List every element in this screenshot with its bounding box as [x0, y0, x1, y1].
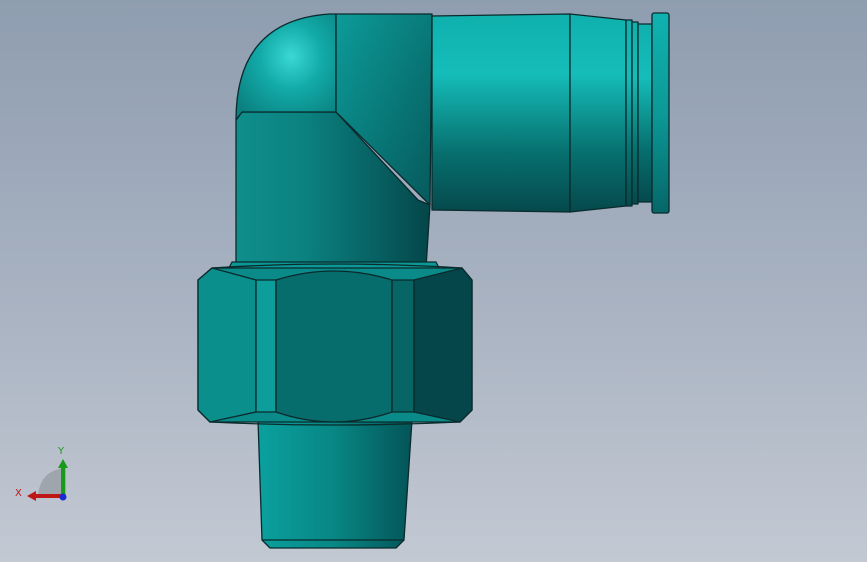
groove-ring-3 — [637, 23, 653, 203]
coordinate-triad: X Y — [15, 446, 68, 501]
triad-y-label: Y — [57, 446, 65, 457]
threaded-stem — [257, 419, 413, 549]
hex-chamfer-left — [255, 279, 277, 413]
collet-taper — [569, 13, 627, 213]
horizontal-body — [431, 13, 571, 213]
triad-z-axis — [59, 493, 67, 501]
release-ring-cap — [651, 12, 670, 214]
triad-x-label: X — [15, 488, 22, 499]
hex-face-left — [197, 267, 257, 423]
hex-face-right — [413, 267, 473, 423]
groove-ring-2 — [631, 21, 639, 205]
hex-chamfer-right — [391, 279, 415, 413]
hex-face-center — [275, 270, 393, 423]
groove-ring-1 — [625, 19, 633, 207]
graphics-viewport[interactable]: X Y — [0, 0, 867, 562]
triad-x-arrowhead — [27, 491, 36, 501]
elbow-fitting-model[interactable] — [0, 0, 867, 562]
triad-y-arrowhead — [58, 459, 68, 468]
elbow-bend — [235, 13, 337, 121]
